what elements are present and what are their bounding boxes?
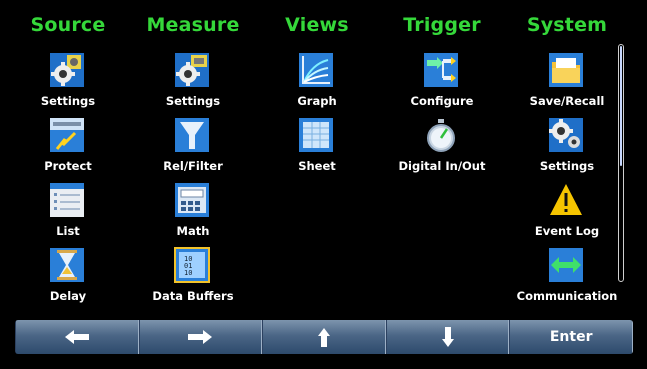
- trigger-configure-icon: [423, 52, 459, 88]
- arrow-right-icon: [188, 330, 213, 344]
- data-buffers-icon: 10 01 10: [174, 247, 210, 283]
- measure-settings-icon: [174, 52, 210, 88]
- tile-label: Delay: [49, 289, 87, 303]
- tile-label: Settings: [40, 94, 96, 108]
- tile-trigger-digital-io[interactable]: Digital In/Out: [382, 117, 502, 181]
- tile-trigger-configure[interactable]: Configure: [382, 52, 502, 116]
- tile-measure-settings[interactable]: Settings: [133, 52, 253, 116]
- nav-down-button[interactable]: [385, 320, 510, 354]
- system-settings-icon: [548, 117, 584, 153]
- tile-label: Digital In/Out: [398, 159, 486, 173]
- column-heading-measure: Measure: [146, 14, 240, 36]
- tile-label: Math: [176, 224, 210, 238]
- tile-source-protect[interactable]: Protect: [8, 117, 128, 181]
- tile-measure-rel-filter[interactable]: Rel/Filter: [133, 117, 253, 181]
- tile-system-save-recall[interactable]: Save/Recall: [507, 52, 627, 116]
- column-heading-views: Views: [285, 14, 349, 36]
- nav-right-button[interactable]: [138, 320, 263, 354]
- tile-measure-data-buffers[interactable]: 10 01 10 Data Buffers: [133, 247, 253, 311]
- nav-up-button[interactable]: [262, 320, 386, 354]
- arrow-up-icon: [317, 328, 330, 347]
- double-arrow-icon: [548, 247, 584, 283]
- list-icon: [49, 182, 85, 218]
- tile-system-settings[interactable]: Settings: [507, 117, 627, 181]
- arrow-down-icon: [441, 327, 454, 347]
- protect-icon: [49, 117, 85, 153]
- calculator-icon: [174, 182, 210, 218]
- graph-icon: [298, 52, 334, 88]
- hourglass-icon: [49, 247, 85, 283]
- tile-label: Event Log: [534, 224, 600, 238]
- tile-source-settings[interactable]: Settings: [8, 52, 128, 116]
- tile-label: Save/Recall: [529, 94, 605, 108]
- tile-label: Configure: [410, 94, 474, 108]
- tile-label: Protect: [44, 159, 92, 173]
- navigation-bar: Enter: [15, 320, 633, 354]
- nav-left-button[interactable]: [15, 320, 139, 354]
- menu-screen: Source Measure Views Trigger System Sett…: [0, 0, 647, 369]
- scrollbar-thumb[interactable]: [620, 46, 622, 166]
- sheet-icon: [298, 117, 334, 153]
- column-heading-trigger: Trigger: [403, 14, 481, 36]
- svg-text:10: 10: [184, 269, 192, 277]
- enter-button-label: Enter: [549, 329, 593, 345]
- enter-button[interactable]: Enter: [509, 320, 633, 354]
- tile-label: Settings: [165, 94, 221, 108]
- stopwatch-icon: [423, 117, 459, 153]
- arrow-left-icon: [64, 330, 89, 344]
- menu-scrollbar[interactable]: [618, 44, 624, 282]
- tile-label: Sheet: [298, 159, 336, 173]
- tile-label: List: [56, 224, 80, 238]
- tile-label: Settings: [539, 159, 595, 173]
- warning-icon: [548, 182, 584, 218]
- tile-source-list[interactable]: List: [8, 182, 128, 246]
- source-settings-icon: [49, 52, 85, 88]
- tile-views-graph[interactable]: Graph: [257, 52, 377, 116]
- column-heading-system: System: [526, 14, 608, 36]
- tile-measure-math[interactable]: Math: [133, 182, 253, 246]
- column-heading-source: Source: [30, 14, 106, 36]
- tile-source-delay[interactable]: Delay: [8, 247, 128, 311]
- tile-label: Rel/Filter: [163, 159, 223, 173]
- tile-label: Communication: [516, 289, 618, 303]
- tile-views-sheet[interactable]: Sheet: [257, 117, 377, 181]
- tile-label: Data Buffers: [152, 289, 234, 303]
- folder-icon: [548, 52, 584, 88]
- filter-icon: [174, 117, 210, 153]
- tile-label: Graph: [297, 94, 337, 108]
- tile-system-communication[interactable]: Communication: [507, 247, 627, 311]
- tile-system-event-log[interactable]: Event Log: [507, 182, 627, 246]
